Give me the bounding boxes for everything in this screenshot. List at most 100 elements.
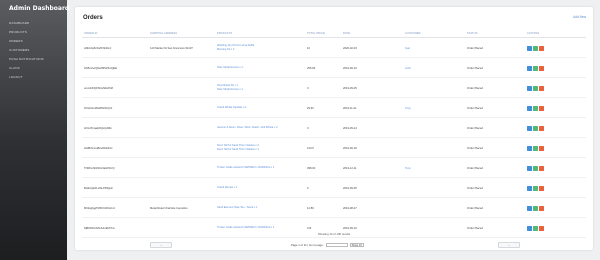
total-price-cell: 0 bbox=[307, 126, 309, 130]
product-link[interactable]: Grand Whale Sandals x 1 bbox=[217, 106, 247, 110]
delete-button[interactable] bbox=[539, 205, 544, 211]
view-button[interactable] bbox=[527, 65, 532, 71]
product-link[interactable]: Sand Element Tape Tan - Stock x 1 bbox=[217, 206, 257, 210]
sidebar-title: Admin Dashboard bbox=[9, 5, 70, 12]
total-price-cell: 29.60 bbox=[307, 106, 314, 110]
sidebar-item-customers[interactable]: Customers bbox=[9, 48, 29, 52]
header-customer: CUSTOMER bbox=[405, 32, 421, 35]
customer-link[interactable]: Ivan bbox=[405, 47, 410, 50]
delete-button[interactable] bbox=[539, 145, 544, 151]
order-id-cell: HH8bhmnqBxsWnEF2J bbox=[84, 146, 113, 150]
view-button[interactable] bbox=[527, 225, 532, 231]
edit-button[interactable] bbox=[533, 225, 538, 231]
customer-link[interactable]: Tony bbox=[405, 167, 411, 170]
product-link[interactable]: Timber Grelle Autotech SWINMAI x NORDICA… bbox=[217, 166, 274, 170]
row-actions bbox=[527, 145, 544, 151]
row-actions bbox=[527, 165, 544, 171]
status-cell: Order Placed bbox=[467, 226, 483, 230]
row-actions bbox=[527, 125, 544, 131]
total-price-cell: 255.84 bbox=[307, 66, 316, 70]
delete-button[interactable] bbox=[539, 65, 544, 71]
delete-button[interactable] bbox=[539, 185, 544, 191]
row-actions bbox=[527, 105, 544, 111]
product-link[interactable]: Autumn & Moon, Rose, Wish, Peach, Grill … bbox=[217, 126, 278, 130]
edit-button[interactable] bbox=[533, 85, 538, 91]
customer-link[interactable]: John bbox=[405, 67, 411, 70]
product-link[interactable]: Grand Renew x 1 bbox=[217, 186, 237, 190]
edit-button[interactable] bbox=[533, 145, 538, 151]
orders-panel: Orders Add New ORDER ID SHIPPING ADDRESS… bbox=[75, 7, 593, 250]
table-row: TNRCuhFkWmVaGt5CrQ 398.00 2019-12-11 Tony Or… bbox=[82, 158, 586, 178]
sidebar-item-orders[interactable]: Orders bbox=[9, 39, 23, 43]
product-link[interactable]: Slice Mode Renew x 1 bbox=[217, 88, 243, 92]
view-button[interactable] bbox=[527, 105, 532, 111]
row-actions bbox=[527, 45, 544, 51]
header-products: PRODUCTS bbox=[217, 32, 233, 35]
view-button[interactable] bbox=[527, 185, 532, 191]
add-new-link[interactable]: Add New bbox=[573, 15, 586, 19]
table-row: HH8bhmnqBxsWnEF2J 120.5 2019-06-18 Order Pl… bbox=[82, 138, 586, 158]
table-row: LKG4Tpqalp6Qs4yRbk 0 2019-09-24 Order Place… bbox=[82, 118, 586, 138]
table-header: ORDER ID SHIPPING ADDRESS PRODUCTS TOTAL… bbox=[82, 31, 586, 38]
product-link[interactable]: Timber Grelle Autotech SWINMAI x NORDICA… bbox=[217, 226, 274, 230]
total-price-cell: 120.5 bbox=[307, 146, 314, 150]
view-button[interactable] bbox=[527, 125, 532, 131]
results-summary: Showing 10 of 106 results bbox=[317, 232, 351, 236]
sidebar-item-clans[interactable]: Clans bbox=[9, 66, 20, 70]
product-link[interactable]: Don't Tell Fir Sand Thorn Sahara x 1 bbox=[217, 148, 259, 152]
edit-button[interactable] bbox=[533, 125, 538, 131]
date-cell: 2019-09-16 bbox=[343, 226, 357, 230]
total-price-cell: 398.00 bbox=[307, 166, 316, 170]
row-actions bbox=[527, 65, 544, 71]
view-button[interactable] bbox=[527, 165, 532, 171]
prev-page-button[interactable]: ‹ bbox=[150, 242, 172, 248]
order-id-cell: BHdcQa3rLHbLP2Njlpin bbox=[84, 186, 113, 190]
delete-button[interactable] bbox=[539, 105, 544, 111]
header-actions: ACTIONS bbox=[527, 32, 540, 35]
edit-button[interactable] bbox=[533, 105, 538, 111]
customer-link[interactable]: Tony bbox=[405, 107, 411, 110]
total-price-cell: 115 bbox=[307, 226, 312, 230]
delete-button[interactable] bbox=[539, 45, 544, 51]
order-id-cell: DjBN6hUzMrHUmEkTrFa bbox=[84, 226, 115, 230]
edit-button[interactable] bbox=[533, 65, 538, 71]
status-cell: Order Placed bbox=[467, 166, 483, 170]
table-row: BHdcQa3rLHbLP2Njlpin 0 2019-09-05 Order Pla… bbox=[82, 178, 586, 198]
page-number-input[interactable] bbox=[325, 242, 348, 247]
product-link[interactable]: Morning Kit x 2 bbox=[217, 48, 234, 52]
next-page-button[interactable]: › bbox=[498, 242, 520, 248]
sidebar-item-dashboard[interactable]: Dashboard bbox=[9, 21, 29, 25]
delete-button[interactable] bbox=[539, 225, 544, 231]
product-link[interactable]: Slice Mode Renew x 1 bbox=[217, 66, 243, 70]
date-cell: 2019-08-27 bbox=[343, 206, 357, 210]
sidebar-item-push-notifications[interactable]: Push Notifications bbox=[9, 57, 44, 61]
order-id-cell: bOsL6sm8HWfHhKQz1 bbox=[84, 106, 113, 110]
view-button[interactable] bbox=[527, 205, 532, 211]
sidebar-item-logout[interactable]: Logout bbox=[9, 75, 23, 79]
header-date: DATE bbox=[343, 32, 351, 35]
view-button[interactable] bbox=[527, 145, 532, 151]
order-id-cell: H0kGhq6zFwfKhbDmz bbox=[84, 46, 112, 50]
row-actions bbox=[527, 225, 544, 231]
page-size-select[interactable]: Show 10 bbox=[349, 242, 364, 247]
edit-button[interactable] bbox=[533, 165, 538, 171]
status-cell: Order Placed bbox=[467, 146, 483, 150]
view-button[interactable] bbox=[527, 85, 532, 91]
view-button[interactable] bbox=[527, 45, 532, 51]
header-status: STATUS bbox=[467, 32, 478, 35]
sidebar-item-products[interactable]: Products bbox=[9, 30, 27, 34]
table-row: H0kGhq6zFwfKhbDmz 123 Market St San Franc… bbox=[82, 38, 586, 58]
shipping-address-cell: Metal Road Charlotte CameGlo bbox=[150, 206, 188, 210]
edit-button[interactable] bbox=[533, 205, 538, 211]
row-actions bbox=[527, 85, 544, 91]
delete-button[interactable] bbox=[539, 85, 544, 91]
delete-button[interactable] bbox=[539, 125, 544, 131]
row-actions bbox=[527, 185, 544, 191]
header-shipping-address: SHIPPING ADDRESS bbox=[150, 32, 178, 35]
date-cell: 2019-09-05 bbox=[343, 86, 357, 90]
delete-button[interactable] bbox=[539, 165, 544, 171]
status-cell: Order Placed bbox=[467, 206, 483, 210]
date-cell: 2019-12-11 bbox=[343, 166, 357, 170]
edit-button[interactable] bbox=[533, 185, 538, 191]
edit-button[interactable] bbox=[533, 45, 538, 51]
